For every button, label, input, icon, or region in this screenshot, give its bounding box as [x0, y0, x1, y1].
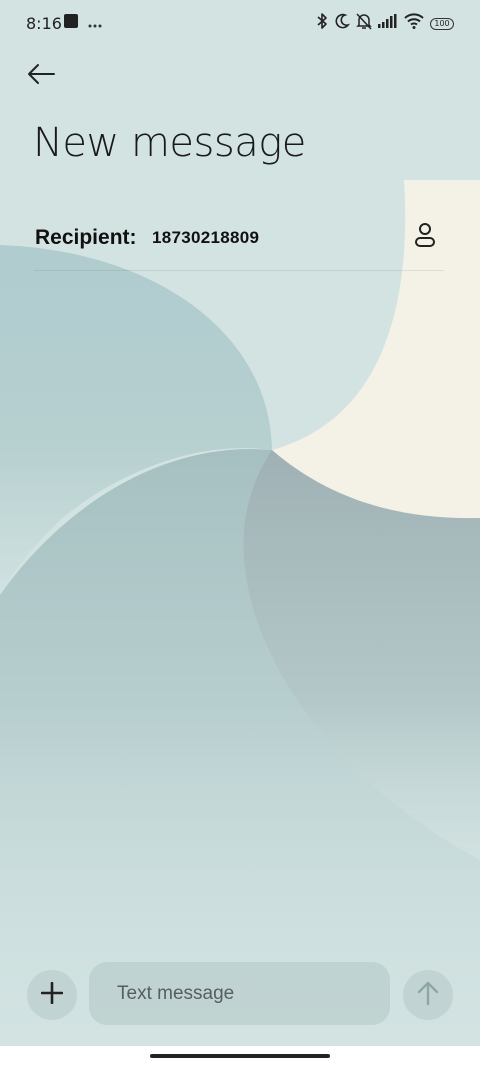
plus-icon: [40, 981, 64, 1009]
status-right-icons: 100: [316, 12, 454, 35]
back-button[interactable]: [22, 58, 60, 94]
home-indicator[interactable]: [150, 1054, 330, 1058]
bell-off-icon: [356, 12, 372, 35]
recipient-row[interactable]: Recipient: 18730218809: [34, 216, 444, 271]
status-time: 8:16: [26, 14, 62, 33]
bluetooth-icon: [316, 12, 328, 35]
status-left-icons: [64, 14, 102, 33]
arrow-up-icon: [417, 980, 439, 1011]
recipient-value[interactable]: 18730218809: [152, 228, 259, 248]
message-composer: [0, 960, 480, 1030]
signal-icon: [378, 14, 398, 33]
status-bar: 8:16 100: [0, 0, 480, 46]
battery-icon: 100: [430, 17, 454, 30]
arrow-left-icon: [26, 63, 56, 90]
navigation-bar: [0, 1046, 480, 1067]
contact-picker-button[interactable]: [410, 222, 440, 252]
attach-button[interactable]: [27, 970, 77, 1020]
wifi-icon: [404, 13, 424, 34]
page-title: New message: [33, 120, 306, 166]
message-input[interactable]: [89, 962, 390, 1025]
battery-level: 100: [434, 19, 450, 28]
moon-icon: [334, 13, 351, 34]
app-notification-icon: [64, 14, 78, 33]
recipient-label: Recipient:: [35, 226, 137, 249]
person-icon: [413, 222, 437, 253]
send-button[interactable]: [403, 970, 453, 1020]
message-input-container: [89, 962, 390, 1025]
more-dots-icon: [88, 15, 102, 33]
